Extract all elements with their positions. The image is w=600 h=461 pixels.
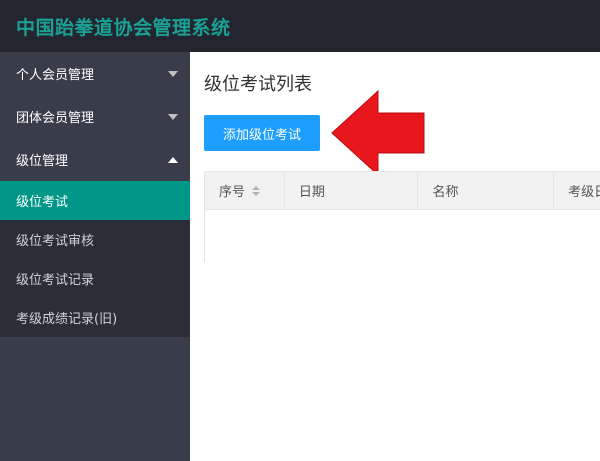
- sidebar-item-rank-management[interactable]: 级位管理: [0, 138, 190, 181]
- rank-exam-table: 序号 日期 名称 考级日: [204, 171, 600, 262]
- table-header: 序号 日期 名称 考级日: [205, 172, 600, 210]
- sidebar-subitem-old-score-records[interactable]: 考级成绩记录(旧): [0, 298, 190, 337]
- sidebar-subitem-rank-exam-records[interactable]: 级位考试记录: [0, 259, 190, 298]
- table-body-empty: [205, 210, 600, 262]
- red-arrow-annotation: [331, 89, 425, 177]
- column-header-index[interactable]: 序号: [205, 172, 285, 209]
- chevron-down-icon: [168, 113, 178, 120]
- sidebar-submenu: 级位考试 级位考试审核 级位考试记录 考级成绩记录(旧): [0, 181, 190, 337]
- column-header-name: 名称: [418, 172, 555, 209]
- sidebar-item-group-members[interactable]: 团体会员管理: [0, 95, 190, 138]
- sidebar-item-label: 个人会员管理: [16, 68, 95, 83]
- sort-icon[interactable]: [252, 185, 261, 196]
- sidebar-item-label: 团体会员管理: [16, 111, 95, 126]
- chevron-up-icon: [168, 156, 178, 163]
- sidebar: 个人会员管理 团体会员管理 级位管理 级位考试 级位考试审核 级位考试记录 考级…: [0, 52, 190, 461]
- main-content: 级位考试列表 添加级位考试 序号 日期 名称 考级日: [190, 52, 600, 461]
- sidebar-item-label: 级位管理: [16, 154, 69, 169]
- app-title: 中国跆拳道协会管理系统: [16, 16, 231, 39]
- chevron-down-icon: [168, 70, 178, 77]
- top-header: 中国跆拳道协会管理系统: [0, 0, 600, 52]
- page-title: 级位考试列表: [204, 74, 312, 95]
- column-header-date: 日期: [285, 172, 419, 209]
- add-rank-exam-button[interactable]: 添加级位考试: [204, 115, 320, 151]
- sidebar-subitem-rank-exam[interactable]: 级位考试: [0, 181, 190, 220]
- sidebar-item-individual-members[interactable]: 个人会员管理: [0, 52, 190, 95]
- column-header-exam-date: 考级日: [568, 185, 600, 200]
- sidebar-subitem-rank-exam-review[interactable]: 级位考试审核: [0, 220, 190, 259]
